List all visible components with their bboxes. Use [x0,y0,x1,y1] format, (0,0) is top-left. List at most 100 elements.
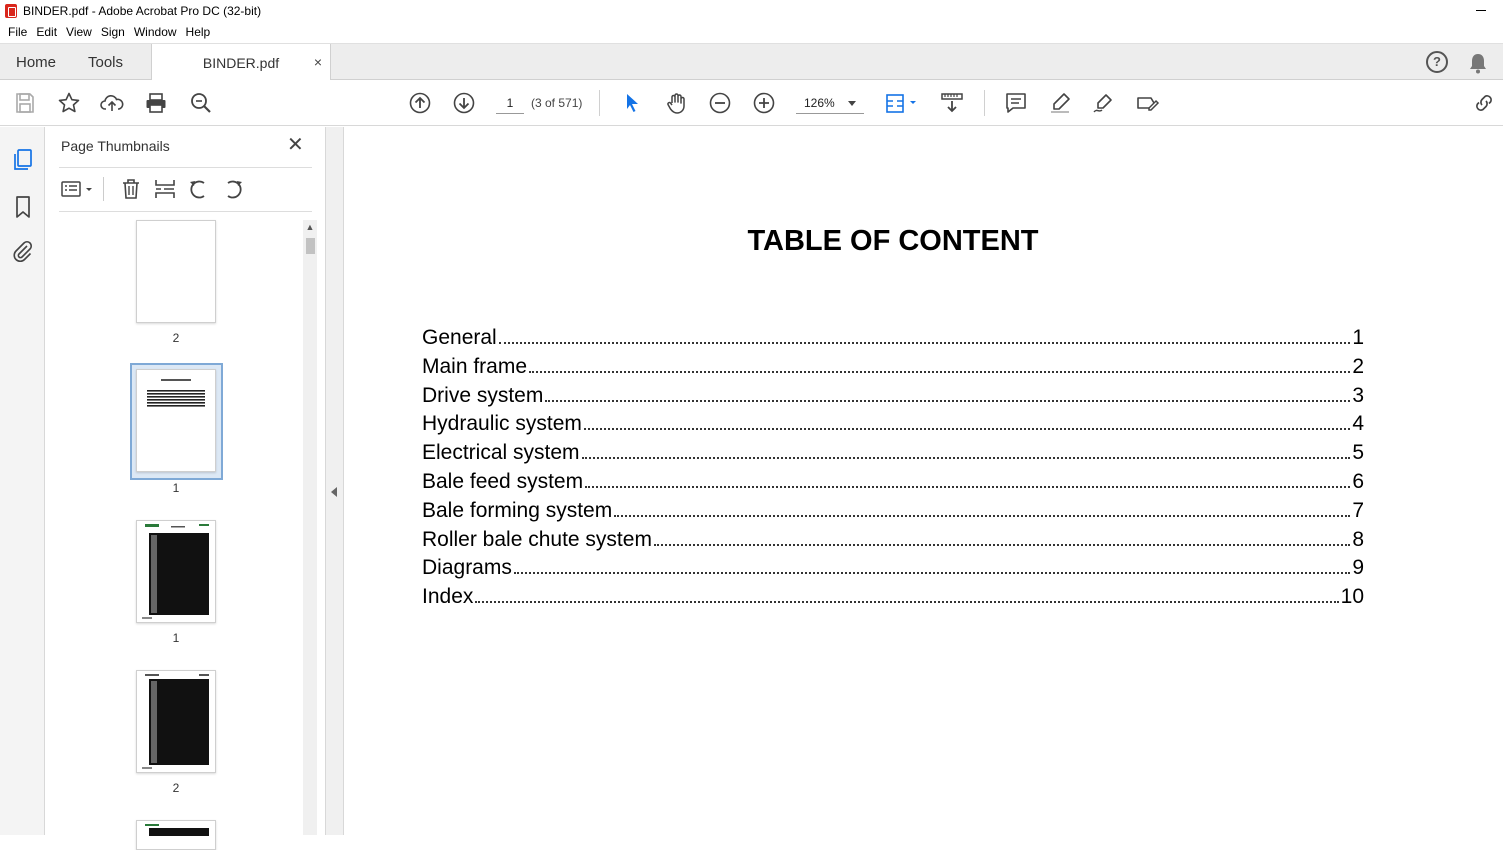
thumbnail-preview-toc [147,379,205,407]
scroll-up-arrow-icon[interactable]: ▲ [303,220,317,234]
toc-entry-label: Bale feed system [422,469,584,493]
toc-entry: Hydraulic system 4 [422,412,1364,441]
dot-leader [614,514,1351,517]
tab-document[interactable]: BINDER.pdf × [151,44,331,81]
notification-bell-icon[interactable] [1468,52,1488,74]
minimize-button[interactable] [1471,2,1491,18]
dot-leader [583,428,1351,431]
previous-page-icon[interactable] [408,91,432,115]
page-thumbnail[interactable] [136,820,216,850]
toc-entry-page: 7 [1352,498,1364,522]
thumbnail-preview-index [145,824,209,836]
menu-sign[interactable]: Sign [97,25,129,39]
panel-toolbar-divider [103,177,104,201]
thumbnail-preview-index [142,524,209,619]
panel-title: Page Thumbnails [61,138,170,154]
page-thumbnails-panel: Page Thumbnails ✕ 2 1 1 2 ▲ [45,127,325,850]
dot-leader [653,543,1351,546]
star-icon[interactable] [57,91,81,115]
toc-entry: Diagrams 9 [422,556,1364,585]
toc-entry: Index 10 [422,585,1364,614]
share-link-icon[interactable] [1472,91,1496,115]
close-panel-icon[interactable]: ✕ [287,135,304,155]
toc-entry: Bale feed system 6 [422,470,1364,499]
thumbnail-label: 1 [172,481,180,495]
panel-splitter[interactable] [325,127,344,835]
title-bar: BINDER.pdf - Adobe Acrobat Pro DC (32-bi… [0,0,1503,22]
select-cursor-icon[interactable] [620,91,644,115]
zoom-search-icon[interactable] [189,91,213,115]
upload-cloud-icon[interactable] [100,91,124,115]
zoom-level-select[interactable]: 126% [796,92,864,114]
dot-leader [498,342,1351,344]
dot-leader [529,370,1351,373]
toc-entry-label: Index [422,585,474,609]
next-page-icon[interactable] [452,91,476,115]
bookmark-icon[interactable] [11,195,35,219]
dot-leader [545,399,1351,402]
thumbnail-preview-index [142,674,209,769]
menu-view[interactable]: View [62,25,96,39]
fill-sign-icon[interactable] [1136,91,1160,115]
draw-sign-icon[interactable] [1092,91,1116,115]
document-view[interactable]: TABLE OF CONTENT General 1 Main frame 2 Dr… [344,127,1503,835]
page-thumbnails-icon[interactable] [11,148,35,172]
attachment-icon[interactable] [11,240,35,264]
toc-entry: General 1 [422,326,1364,355]
toc-entry: Electrical system 5 [422,441,1364,470]
collapse-panel-arrow-icon[interactable] [331,487,337,497]
page-number-input[interactable]: 1 [496,92,524,114]
page-thumbnail[interactable] [136,220,216,323]
table-of-contents: General 1 Main frame 2 Drive system 3 Hydra… [422,326,1364,614]
toc-entry-label: Hydraulic system [422,412,582,436]
menu-edit[interactable]: Edit [32,25,61,39]
fit-page-icon[interactable] [884,91,918,115]
comment-icon[interactable] [1004,91,1028,115]
insert-page-icon[interactable] [153,177,177,201]
navigation-rail [0,127,45,835]
delete-page-icon[interactable] [119,177,143,201]
toc-entry: Main frame 2 [422,355,1364,384]
toc-entry-page: 5 [1352,441,1364,465]
toc-entry: Drive system 3 [422,384,1364,413]
zoom-level-value: 126% [804,96,835,110]
close-tab-icon[interactable]: × [314,54,322,70]
save-icon[interactable] [13,91,37,115]
toc-entry-label: Diagrams [422,556,512,580]
rotate-clockwise-icon[interactable] [221,177,245,201]
rotate-counterclockwise-icon[interactable] [187,177,211,201]
scroll-mode-icon[interactable] [940,91,964,115]
menu-window[interactable]: Window [130,25,181,39]
zoom-in-icon[interactable] [752,91,776,115]
toc-entry-label: Drive system [422,383,544,407]
menu-help[interactable]: Help [182,25,215,39]
dot-leader [585,485,1351,488]
toc-entry-page: 8 [1352,527,1364,551]
tab-bar: Home Tools BINDER.pdf × ? [0,43,1503,81]
thumbnail-label: 1 [172,631,180,645]
toc-entry: Bale forming system 7 [422,499,1364,528]
print-icon[interactable] [144,91,168,115]
toc-entry-page: 9 [1352,556,1364,580]
tab-tools[interactable]: Tools [88,44,123,80]
thumbnail-label: 2 [172,781,180,795]
toc-entry: Roller bale chute system 8 [422,528,1364,557]
page-thumbnail[interactable] [136,520,216,623]
highlight-pen-icon[interactable] [1048,91,1072,115]
window-title: BINDER.pdf - Adobe Acrobat Pro DC (32-bi… [23,4,262,18]
page-thumbnail-selected[interactable] [136,369,216,472]
page-thumbnail[interactable] [136,670,216,773]
main-toolbar: 1 (3 of 571) 126% [0,80,1503,126]
dot-leader [475,601,1339,604]
scrollbar-thumb[interactable] [306,238,315,254]
menu-file[interactable]: File [4,25,31,39]
toc-entry-page: 1 [1352,326,1364,349]
help-icon[interactable]: ? [1426,51,1448,73]
thumbnails-scrollbar[interactable]: ▲ [303,220,317,835]
zoom-out-icon[interactable] [708,91,732,115]
tab-home[interactable]: Home [16,44,56,80]
toc-entry-page: 10 [1340,585,1364,609]
menu-bar: File Edit View Sign Window Help [0,22,1503,42]
hand-tool-icon[interactable] [664,91,688,115]
thumbnail-options-icon[interactable] [61,177,97,201]
